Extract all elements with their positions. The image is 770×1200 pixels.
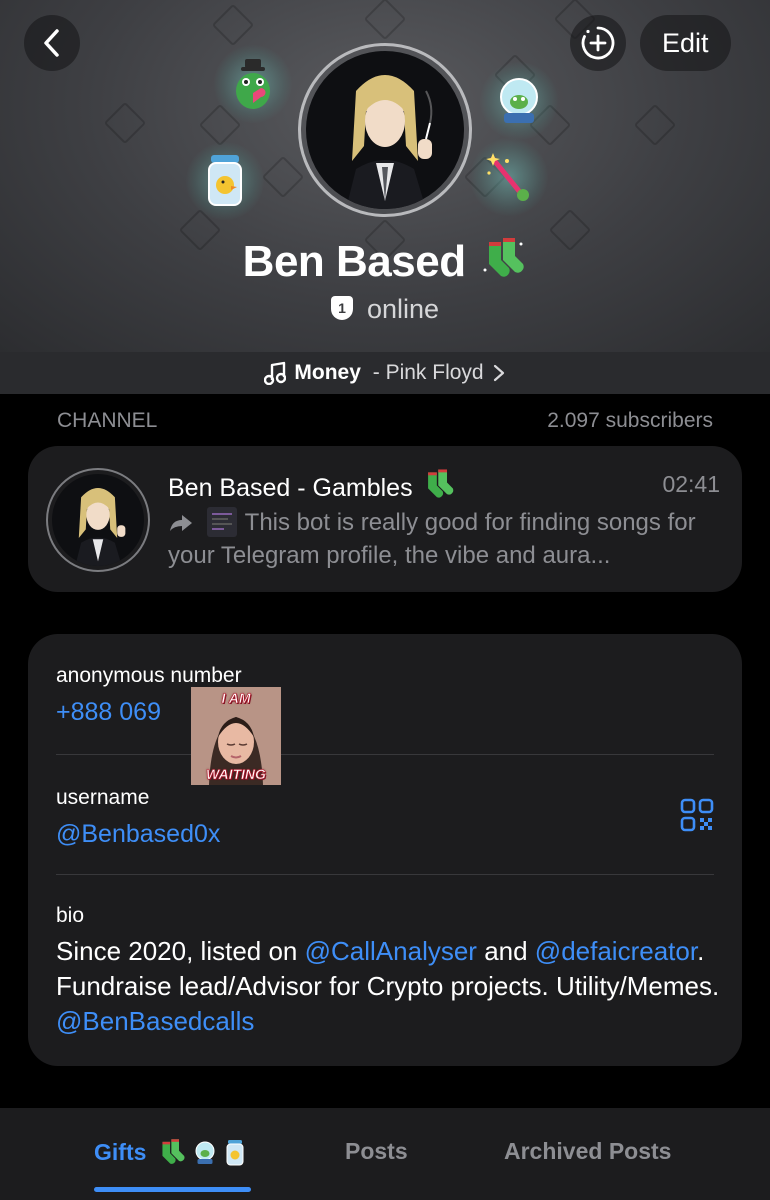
- profile-music-bar[interactable]: Money - Pink Floyd: [0, 352, 770, 394]
- wand-gift-icon: [486, 153, 529, 201]
- gift-snow-globe[interactable]: [480, 62, 558, 140]
- jar-gift-icon: [208, 155, 242, 206]
- socks-emoji-icon: [427, 469, 453, 498]
- pattern-glyph: [633, 103, 677, 147]
- sticker-bottom-text: WAITING: [206, 766, 266, 783]
- username-value[interactable]: @Benbased0x: [56, 820, 220, 849]
- post-thumbnail-icon: [206, 507, 237, 537]
- avatar-image: [306, 51, 464, 209]
- forward-arrow-icon: [170, 515, 192, 531]
- socks-emoji-icon: [162, 1139, 185, 1164]
- channel-title: Ben Based - Gambles: [168, 468, 456, 503]
- active-tab-indicator: [94, 1187, 251, 1192]
- gift-jar[interactable]: [186, 142, 264, 220]
- channel-post-preview: This bot is really good for finding song…: [168, 507, 696, 569]
- music-artist: Pink Floyd: [385, 361, 484, 384]
- snow-globe-icon: [195, 1141, 215, 1164]
- bio-link-benbasedcalls[interactable]: @BenBasedcalls: [56, 1006, 254, 1036]
- qr-code-icon: [680, 798, 714, 832]
- add-story-button[interactable]: [570, 15, 626, 71]
- pattern-glyph: [103, 101, 147, 145]
- pattern-glyph: [363, 0, 407, 41]
- chevron-left-icon: [44, 29, 59, 57]
- divider: [56, 874, 714, 875]
- profile-name: Ben Based: [0, 236, 770, 287]
- username-label: username: [56, 786, 150, 809]
- pattern-glyph: [261, 155, 305, 199]
- info-card: anonymous number +888 0694 username @Ben…: [28, 634, 742, 1066]
- profile-avatar[interactable]: [298, 43, 472, 217]
- music-note-icon: [264, 361, 287, 385]
- bio-text: Since 2020, listed on @CallAnalyser and …: [56, 936, 720, 1036]
- tab-archived-posts[interactable]: Archived Posts: [504, 1138, 671, 1165]
- channel-avatar: [46, 468, 150, 572]
- waiting-sticker: I AM WAITING: [191, 687, 281, 785]
- channel-section-label: CHANNEL: [57, 409, 158, 432]
- online-status: 1 online: [0, 294, 770, 325]
- gift-magic-wand[interactable]: [470, 138, 548, 216]
- sticker-top-text: I AM: [221, 690, 251, 707]
- channel-card[interactable]: Ben Based - Gambles 02:41 This bot is re…: [28, 446, 742, 592]
- add-circle-dashed-icon: [581, 26, 615, 60]
- socks-emoji-icon: [483, 238, 524, 277]
- profile-header: Edit Ben Based 1 online: [0, 0, 770, 352]
- jar-gift-icon: [226, 1140, 244, 1166]
- snow-globe-icon: [500, 78, 538, 123]
- edit-button[interactable]: Edit: [640, 15, 731, 71]
- bio-label: bio: [56, 904, 85, 927]
- divider: [56, 754, 714, 755]
- bio-link-defaicreator[interactable]: @defaicreator: [535, 936, 697, 966]
- tab-gifts[interactable]: Gifts: [94, 1138, 246, 1167]
- music-separator: -: [366, 361, 386, 384]
- tab-posts[interactable]: Posts: [345, 1138, 408, 1165]
- phone-label: anonymous number: [56, 664, 242, 687]
- qr-code-button[interactable]: [680, 798, 714, 837]
- back-button[interactable]: [24, 15, 80, 71]
- bio-link-callanalyser[interactable]: @CallAnalyser: [305, 936, 477, 966]
- channel-post-time: 02:41: [662, 471, 720, 497]
- chevron-right-icon: [493, 364, 504, 382]
- pattern-glyph: [211, 3, 255, 47]
- channel-avatar-image: [52, 474, 144, 566]
- shield-badge-icon: 1: [330, 295, 353, 320]
- music-title: Money: [294, 361, 361, 384]
- gift-plush-pepe[interactable]: [214, 45, 292, 123]
- subscriber-count: 2.097 subscribers: [547, 409, 713, 432]
- profile-tab-bar: Gifts Posts Archived Posts: [0, 1108, 770, 1200]
- frog-gift-icon: [236, 59, 270, 109]
